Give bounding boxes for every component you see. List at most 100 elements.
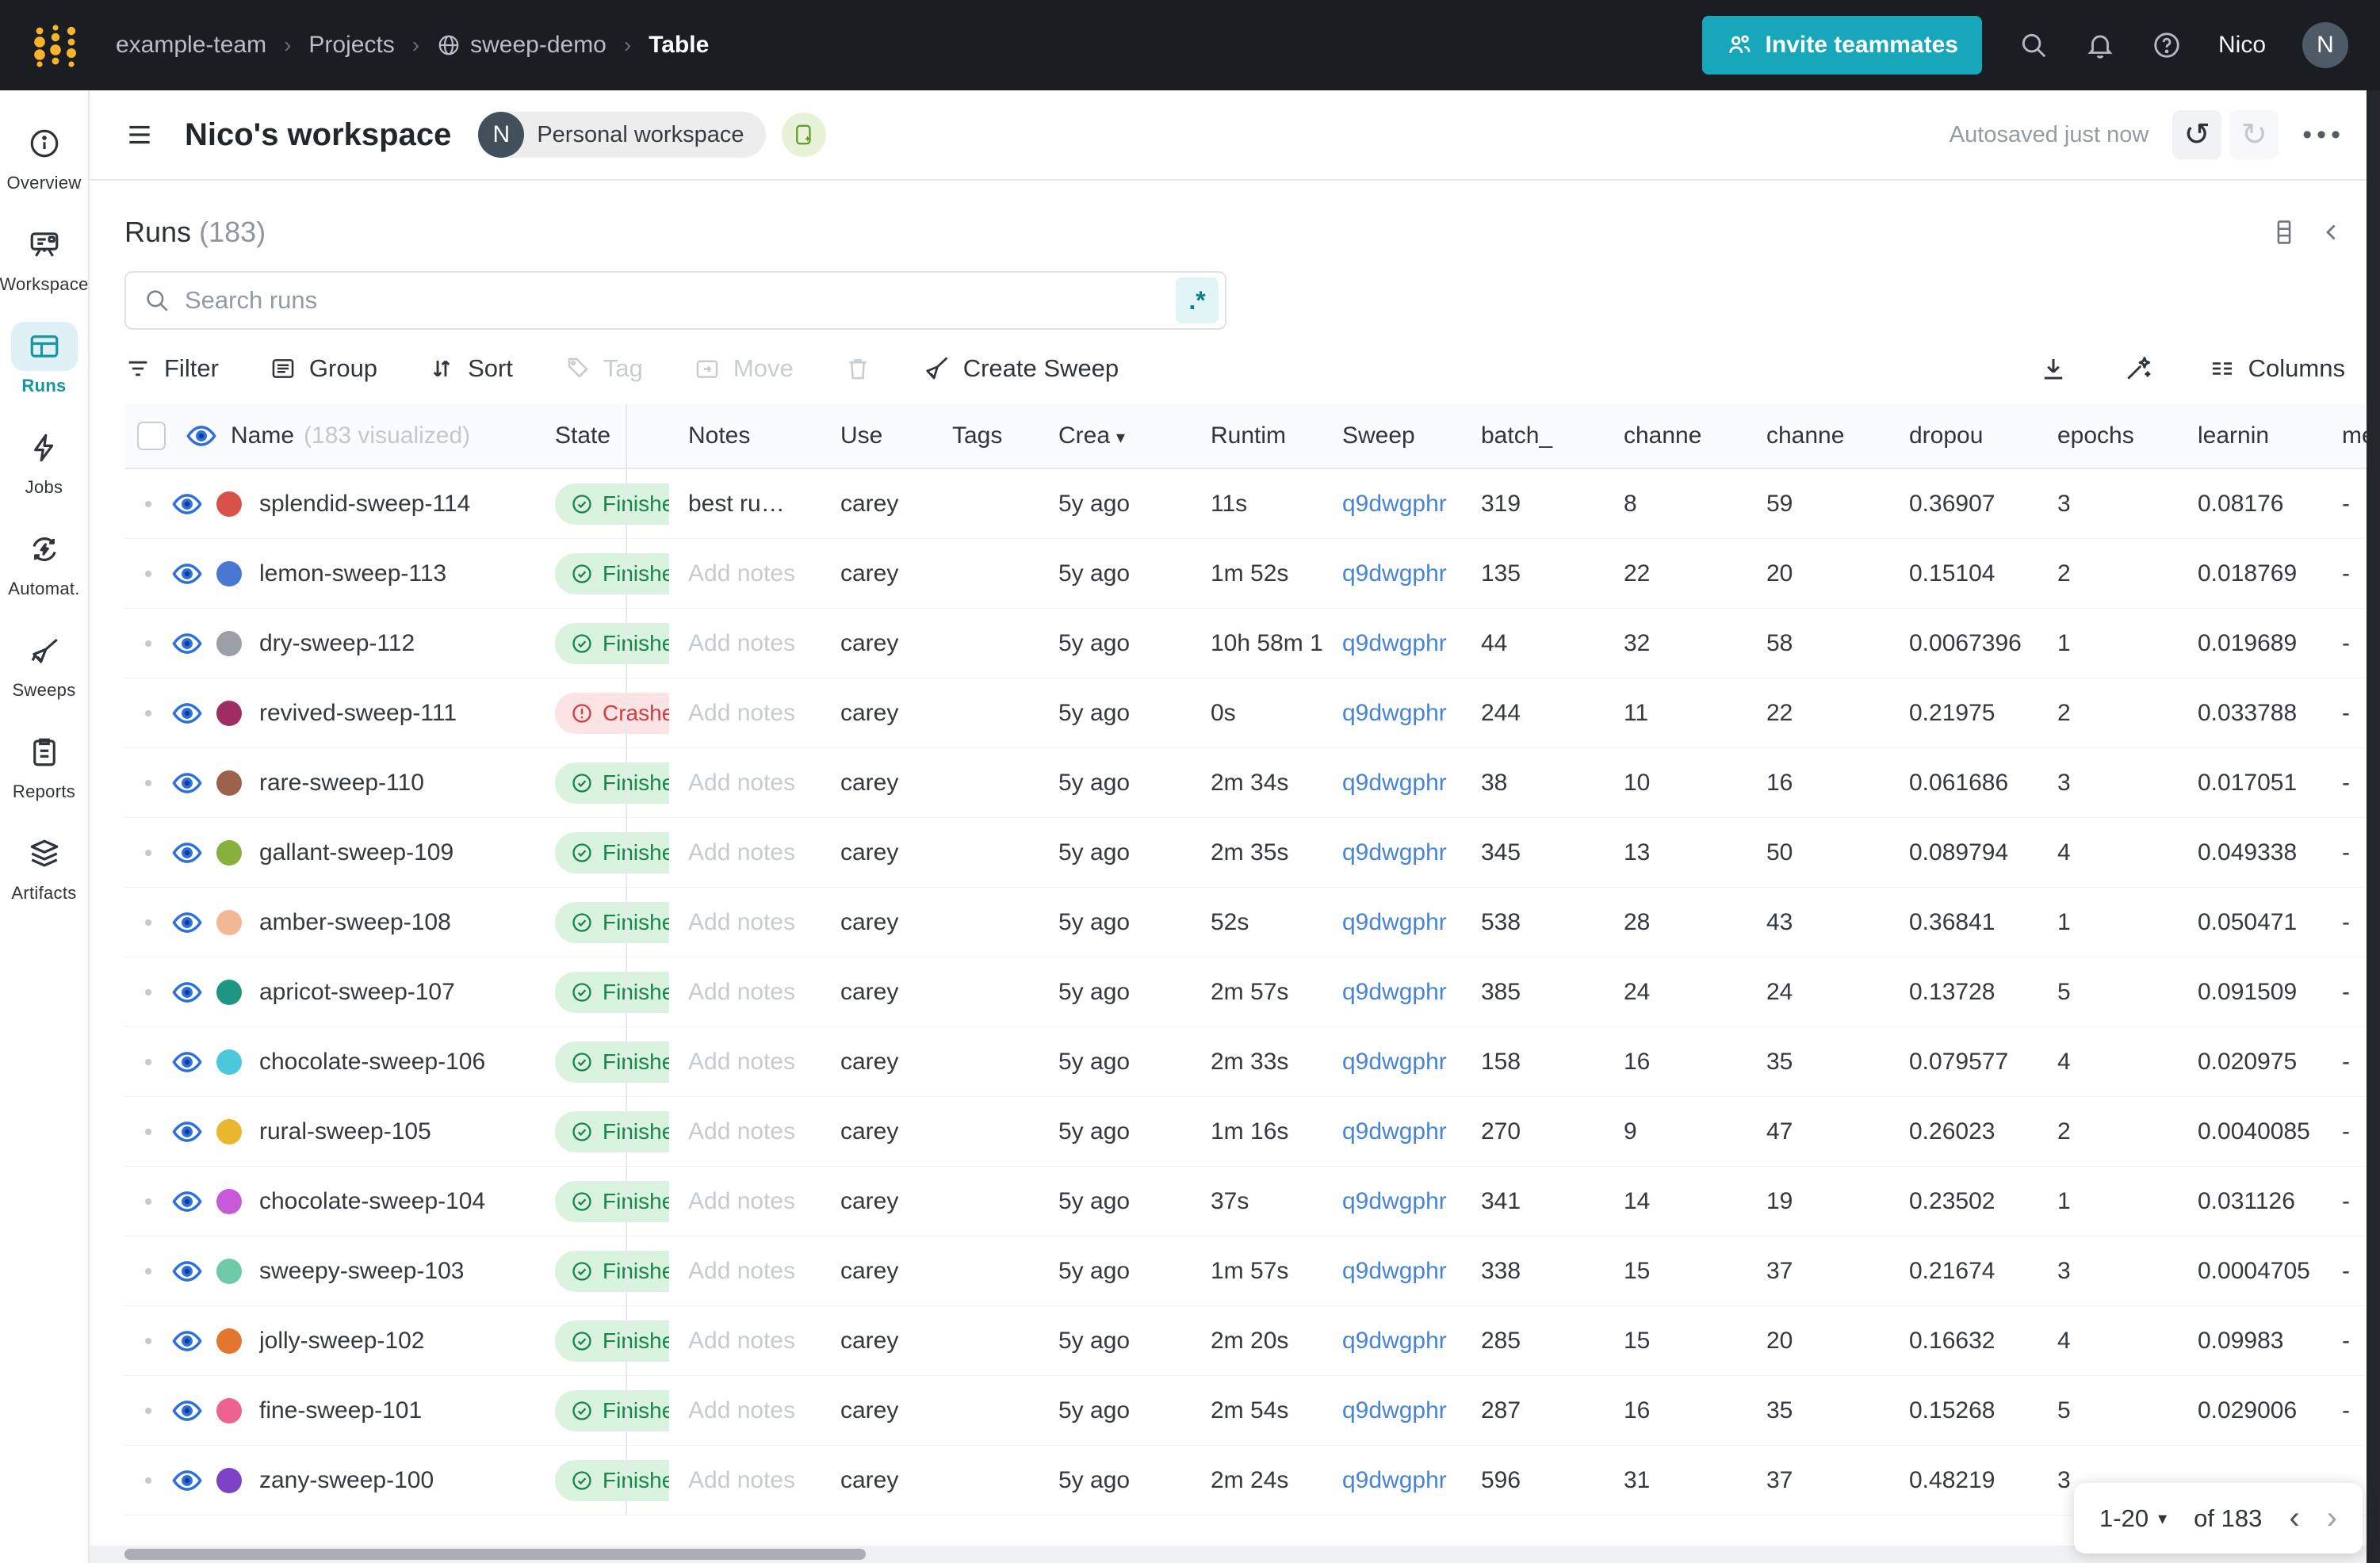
- table-row[interactable]: apricot-sweep-107 Finished Add notes car…: [124, 957, 2380, 1027]
- run-name-link[interactable]: apricot-sweep-107: [259, 979, 455, 1006]
- tag-button[interactable]: Tag: [564, 354, 643, 383]
- drag-handle[interactable]: [145, 1337, 151, 1344]
- sidebar-item-artifacts[interactable]: Artifacts: [0, 829, 88, 931]
- page-range-dropdown[interactable]: 1-20 ▾: [2099, 1504, 2167, 1533]
- visibility-eye-icon[interactable]: [172, 559, 202, 589]
- visibility-eye-icon[interactable]: [172, 1187, 202, 1217]
- visibility-eye-icon[interactable]: [172, 1466, 202, 1496]
- drag-handle[interactable]: [145, 640, 151, 647]
- notes-cell[interactable]: Add notes: [669, 1397, 821, 1424]
- collapse-chevron-icon[interactable]: [2318, 219, 2345, 246]
- run-name-link[interactable]: zany-sweep-100: [259, 1467, 434, 1494]
- notes-cell[interactable]: Add notes: [669, 1049, 821, 1076]
- column-header-dropout[interactable]: dropou: [1890, 422, 2038, 449]
- run-name-link[interactable]: lemon-sweep-113: [259, 560, 446, 587]
- notes-cell[interactable]: Add notes: [669, 630, 821, 657]
- table-row[interactable]: dry-sweep-112 Finished Add notes carey 5…: [124, 609, 2380, 678]
- run-name-link[interactable]: gallant-sweep-109: [259, 839, 453, 866]
- visibility-eye-icon[interactable]: [172, 768, 202, 798]
- filter-button[interactable]: Filter: [124, 354, 219, 383]
- column-header-state[interactable]: State: [536, 422, 669, 449]
- table-row[interactable]: chocolate-sweep-104 Finished Add notes c…: [124, 1167, 2380, 1236]
- overflow-menu-icon[interactable]: •••: [2302, 120, 2345, 151]
- sweep-link[interactable]: q9dwgphr: [1342, 1328, 1447, 1354]
- breadcrumb-page[interactable]: Table: [649, 32, 709, 59]
- select-all-checkbox[interactable]: [137, 422, 166, 450]
- drag-handle[interactable]: [145, 919, 151, 926]
- avatar[interactable]: N: [2302, 22, 2348, 68]
- sidebar-item-reports[interactable]: Reports: [0, 728, 88, 829]
- sidebar-item-automations[interactable]: Automat.: [0, 525, 88, 626]
- delete-button[interactable]: [844, 355, 871, 382]
- right-panel-strip[interactable]: [2367, 90, 2380, 1563]
- column-header-sweep[interactable]: Sweep: [1323, 422, 1462, 449]
- table-row[interactable]: jolly-sweep-102 Finished Add notes carey…: [124, 1306, 2380, 1376]
- notes-cell[interactable]: Add notes: [669, 909, 821, 936]
- menu-icon[interactable]: [124, 120, 155, 150]
- column-header-notes[interactable]: Notes: [669, 422, 821, 449]
- create-sweep-button[interactable]: Create Sweep: [922, 354, 1119, 383]
- table-row[interactable]: rural-sweep-105 Finished Add notes carey…: [124, 1097, 2380, 1167]
- table-row[interactable]: lemon-sweep-113 Finished Add notes carey…: [124, 539, 2380, 609]
- horizontal-scrollbar[interactable]: [90, 1546, 2367, 1563]
- visibility-eye-icon[interactable]: [172, 489, 202, 519]
- sweep-link[interactable]: q9dwgphr: [1342, 909, 1447, 935]
- column-header-runtime[interactable]: Runtim: [1192, 422, 1323, 449]
- visibility-eye-icon[interactable]: [172, 977, 202, 1007]
- workspace-sparkle-icon[interactable]: [782, 113, 827, 157]
- sidebar-item-workspace[interactable]: Workspace: [0, 220, 88, 322]
- notes-cell[interactable]: Add notes: [669, 770, 821, 797]
- column-header-user[interactable]: Use: [821, 422, 933, 449]
- visibility-eye-icon[interactable]: [172, 1396, 202, 1426]
- column-header-lr[interactable]: learnin: [2179, 422, 2323, 449]
- visibility-eye-icon[interactable]: [172, 1256, 202, 1286]
- notes-cell[interactable]: Add notes: [669, 1118, 821, 1145]
- drag-handle[interactable]: [145, 1058, 151, 1065]
- run-name-link[interactable]: chocolate-sweep-104: [259, 1188, 485, 1215]
- drag-handle[interactable]: [145, 570, 151, 577]
- drag-handle[interactable]: [145, 1198, 151, 1205]
- visibility-eye-icon[interactable]: [172, 1047, 202, 1077]
- sweep-link[interactable]: q9dwgphr: [1342, 1467, 1447, 1493]
- previous-page-button[interactable]: ‹: [2289, 1500, 2299, 1536]
- workspace-title[interactable]: Nico's workspace: [185, 117, 451, 153]
- table-row[interactable]: sweepy-sweep-103 Finished Add notes care…: [124, 1236, 2380, 1306]
- sidebar-item-runs[interactable]: Runs: [0, 322, 88, 423]
- next-page-button[interactable]: ›: [2327, 1500, 2337, 1536]
- drag-handle[interactable]: [145, 988, 151, 996]
- table-row[interactable]: splendid-sweep-114 Finished best ru… car…: [124, 469, 2380, 539]
- table-row[interactable]: amber-sweep-108 Finished Add notes carey…: [124, 888, 2380, 957]
- sidebar-item-jobs[interactable]: Jobs: [0, 423, 88, 525]
- table-row[interactable]: zany-sweep-100 Finished Add notes carey …: [124, 1446, 2380, 1515]
- column-header-created[interactable]: Crea ▾: [1039, 422, 1192, 449]
- redo-button[interactable]: ↻: [2229, 110, 2279, 159]
- sweep-link[interactable]: q9dwgphr: [1342, 1188, 1447, 1214]
- visibility-eye-icon[interactable]: [172, 629, 202, 659]
- sweep-link[interactable]: q9dwgphr: [1342, 1258, 1447, 1284]
- breadcrumb-project[interactable]: sweep-demo: [437, 32, 606, 59]
- workspace-owner-badge[interactable]: N Personal workspace: [478, 112, 767, 158]
- notes-cell[interactable]: Add notes: [669, 1467, 821, 1494]
- table-row[interactable]: rare-sweep-110 Finished Add notes carey …: [124, 748, 2380, 818]
- sweep-link[interactable]: q9dwgphr: [1342, 560, 1447, 587]
- run-name-link[interactable]: fine-sweep-101: [259, 1397, 422, 1424]
- run-name-link[interactable]: amber-sweep-108: [259, 909, 451, 936]
- visibility-eye-icon[interactable]: [172, 1117, 202, 1147]
- group-button[interactable]: Group: [270, 354, 377, 383]
- regex-toggle-button[interactable]: .*: [1176, 277, 1219, 323]
- table-row[interactable]: gallant-sweep-109 Finished Add notes car…: [124, 818, 2380, 888]
- visibility-eye-icon[interactable]: [186, 421, 216, 451]
- drag-handle[interactable]: [145, 1267, 151, 1274]
- drag-handle[interactable]: [145, 779, 151, 786]
- column-header-epochs[interactable]: epochs: [2038, 422, 2179, 449]
- sidebar-item-overview[interactable]: Overview: [0, 119, 88, 220]
- table-row[interactable]: revived-sweep-111 Crashed Add notes care…: [124, 678, 2380, 748]
- sort-button[interactable]: Sort: [428, 354, 513, 383]
- run-name-link[interactable]: rare-sweep-110: [259, 770, 424, 797]
- sweep-link[interactable]: q9dwgphr: [1342, 979, 1447, 1005]
- visibility-eye-icon[interactable]: [172, 908, 202, 938]
- magic-wand-icon[interactable]: [2123, 353, 2153, 384]
- wandb-logo-icon[interactable]: [32, 23, 81, 67]
- run-name-link[interactable]: rural-sweep-105: [259, 1118, 431, 1145]
- drag-handle[interactable]: [145, 1128, 151, 1135]
